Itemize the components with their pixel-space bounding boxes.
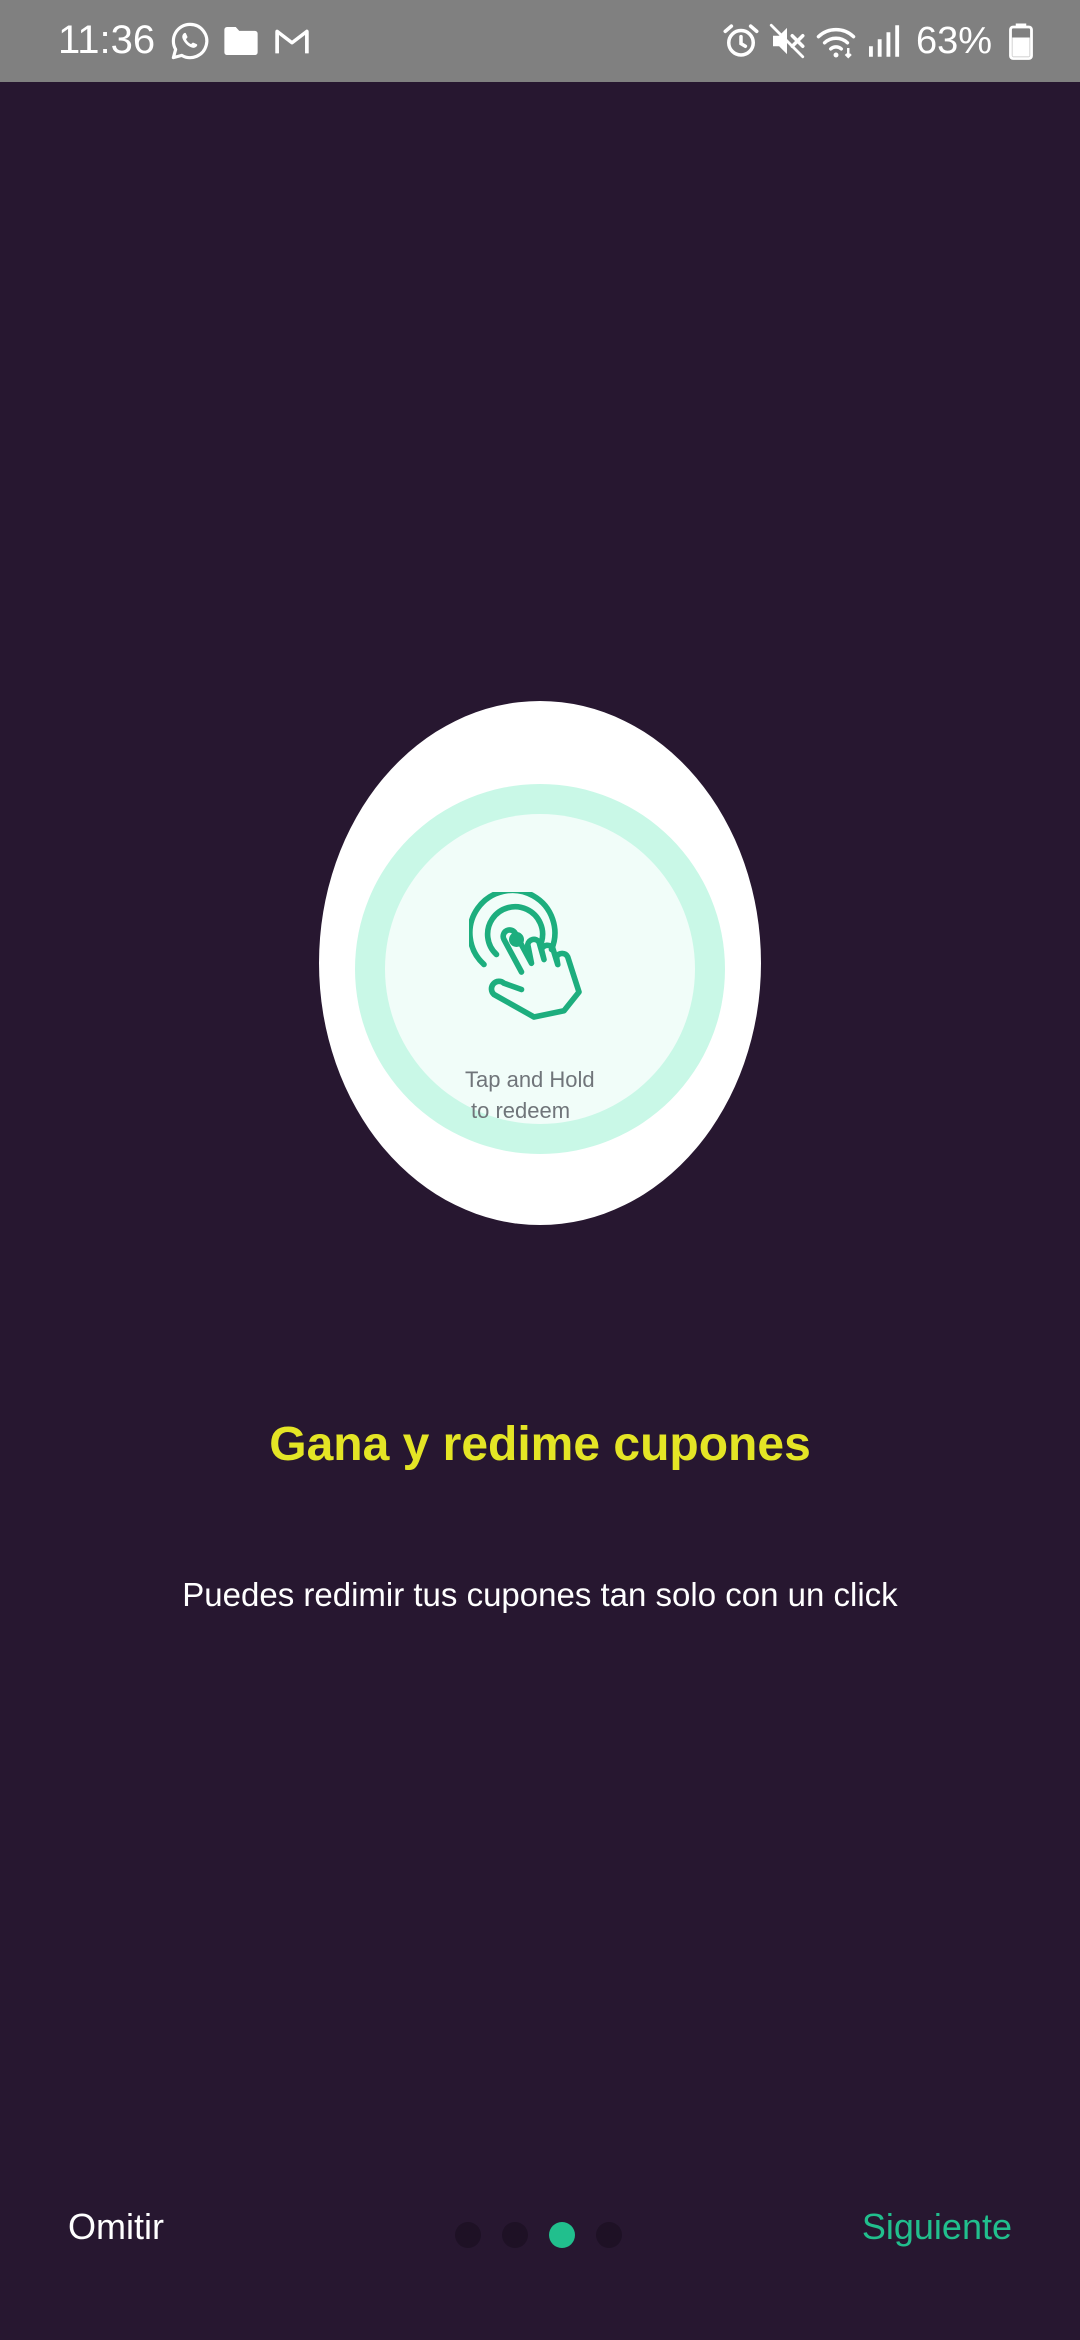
signal-icon (869, 25, 900, 57)
tap-caption-line1: Tap and Hold (465, 1067, 595, 1092)
folder-icon (224, 27, 258, 55)
skip-button[interactable]: Omitir (48, 2195, 184, 2259)
status-bar: 11:36 63% (0, 0, 1080, 82)
onboarding-title: Gana y redime cupones (269, 1418, 811, 1471)
whatsapp-icon (171, 22, 209, 60)
page-dot-1 (455, 2222, 481, 2248)
wifi-icon (816, 27, 856, 59)
onboarding-illustration: Tap and Hold to redeem (319, 701, 761, 1225)
page-indicator (455, 2220, 635, 2250)
tap-caption-line2: to redeem (471, 1098, 571, 1123)
redeem-button-graphic: Tap and Hold to redeem (355, 784, 725, 1154)
gmail-icon (275, 29, 309, 54)
battery-percentage: 63% (916, 20, 993, 62)
status-time: 11:36 (58, 18, 156, 62)
alarm-icon (723, 24, 759, 57)
redeem-button-inner: Tap and Hold to redeem (385, 814, 695, 1124)
page-dot-3 (549, 2222, 575, 2248)
tap-caption: Tap and Hold to redeem (465, 1064, 625, 1126)
page-dot-2 (502, 2222, 528, 2248)
onboarding-subtitle: Puedes redimir tus cupones tan solo con … (182, 1576, 898, 1613)
battery-icon (1009, 23, 1033, 60)
page-dot-4 (596, 2222, 622, 2248)
tap-hand-icon (469, 892, 582, 1020)
mute-icon (769, 23, 805, 59)
next-button[interactable]: Siguiente (842, 2195, 1032, 2259)
